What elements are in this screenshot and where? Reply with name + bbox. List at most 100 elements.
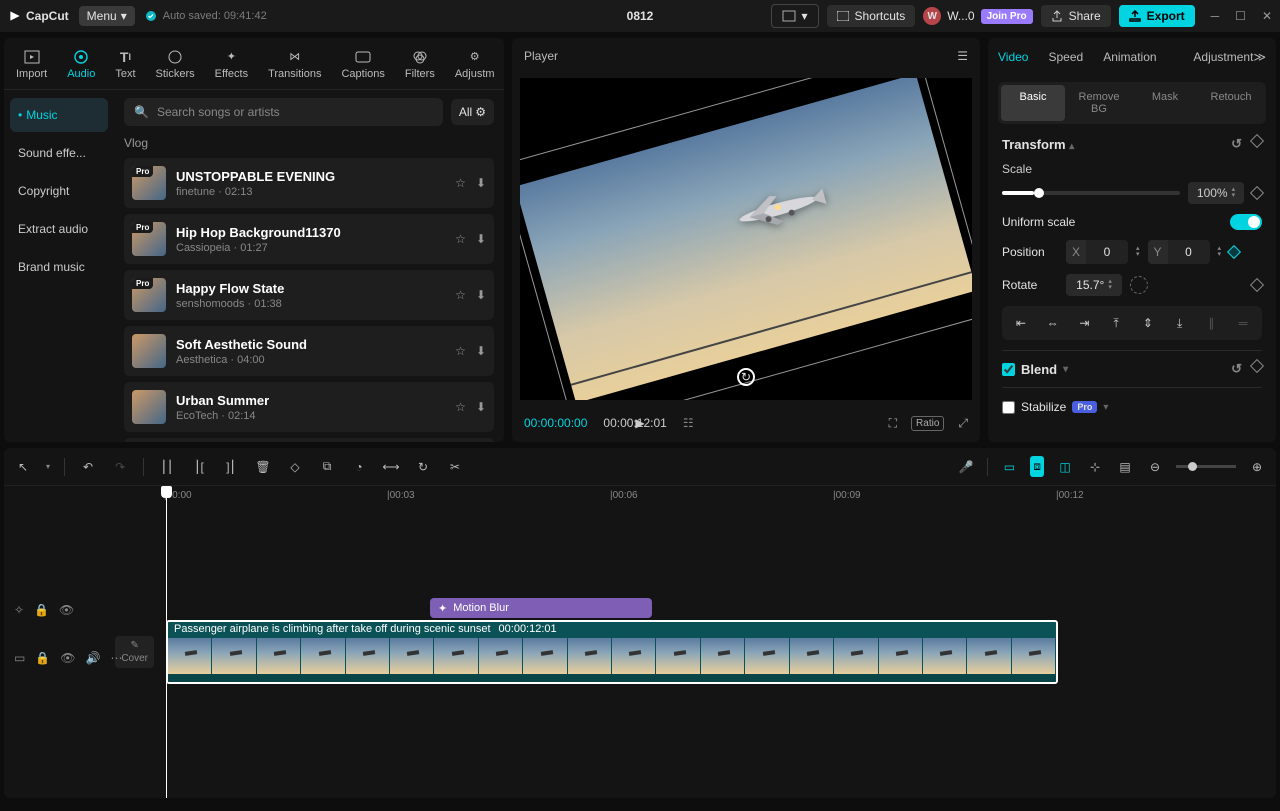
download-icon[interactable]: ⬇ <box>476 288 486 302</box>
subtab-basic[interactable]: Basic <box>1001 85 1065 121</box>
rotate-icon[interactable]: ↻ <box>414 460 432 474</box>
song-item[interactable]: Pro Hip Hop Background11370Cassiopeia · … <box>124 214 494 264</box>
inspector-tab-speed[interactable]: Speed <box>1048 50 1083 64</box>
ripple-icon[interactable]: ▤ <box>1116 460 1134 474</box>
speed-icon[interactable]: ◔ <box>350 460 368 474</box>
join-pro-button[interactable]: Join Pro <box>981 9 1033 24</box>
fx-clip[interactable]: ✦ Motion Blur <box>430 598 652 618</box>
scale-value[interactable]: 100%▴▾ <box>1188 182 1244 204</box>
tab-captions[interactable]: Captions <box>341 48 384 80</box>
inspector-tab-video[interactable]: Video <box>998 50 1028 64</box>
split-left-icon[interactable]: ⎮[ <box>190 460 208 474</box>
blend-keyframe-icon[interactable] <box>1250 359 1264 373</box>
preview-axis-icon[interactable]: ⊹ <box>1086 460 1104 474</box>
sidebar-item-music[interactable]: • Music <box>10 98 108 132</box>
sidebar-item-brand[interactable]: Brand music <box>10 250 108 284</box>
download-icon[interactable]: ⬇ <box>476 400 486 414</box>
main-track-magnet-icon[interactable]: ▭ <box>1000 460 1018 474</box>
close-icon[interactable]: ✕ <box>1262 9 1272 23</box>
subtab-retouch[interactable]: Retouch <box>1199 85 1263 121</box>
position-keyframe-icon[interactable] <box>1227 245 1241 259</box>
minimize-icon[interactable]: ─ <box>1211 9 1220 23</box>
more-icon[interactable]: ⋯ <box>110 651 122 665</box>
subtab-removebg[interactable]: Remove BG <box>1067 85 1131 121</box>
zoom-in-icon[interactable]: ⊕ <box>1248 460 1266 474</box>
align-left-icon[interactable]: ⇤ <box>1008 312 1034 334</box>
reset-icon[interactable]: ↺ <box>1231 136 1242 152</box>
inspector-tab-adjustment[interactable]: Adjustment≫ <box>1193 50 1266 64</box>
sidebar-item-soundfx[interactable]: Sound effe... <box>10 136 108 170</box>
tab-effects[interactable]: ✦Effects <box>215 48 248 80</box>
rotate-keyframe-icon[interactable] <box>1250 278 1264 292</box>
favorite-icon[interactable]: ☆ <box>455 176 466 190</box>
avatar[interactable]: W <box>923 7 941 25</box>
safe-zones-icon[interactable]: ⛶ <box>889 416 897 431</box>
rotate-dial[interactable] <box>1130 276 1148 294</box>
blend-checkbox[interactable] <box>1002 363 1015 376</box>
shortcuts-button[interactable]: Shortcuts <box>827 5 916 27</box>
aspect-ratio-button[interactable]: ▾ <box>771 4 819 28</box>
menu-button[interactable]: Menu ▾ <box>79 6 135 26</box>
project-name[interactable]: 0812 <box>627 9 654 23</box>
crop-icon[interactable]: ✂ <box>446 460 464 474</box>
download-icon[interactable]: ⬇ <box>476 344 486 358</box>
ruler[interactable]: |00:00|00:03|00:06|00:09|00:12 <box>164 486 1276 508</box>
song-item[interactable]: Pro Indie Pop EnergyFiniteMusicForge · 0… <box>124 438 494 442</box>
fx-pin-icon[interactable]: ✧ <box>14 603 24 617</box>
filter-all-button[interactable]: All ⚙ <box>451 99 494 125</box>
align-right-icon[interactable]: ⇥ <box>1072 312 1098 334</box>
sidebar-item-extract[interactable]: Extract audio <box>10 212 108 246</box>
lock-icon[interactable]: 🔒 <box>34 603 49 617</box>
mirror-icon[interactable]: ⟷ <box>382 460 400 474</box>
position-x-input[interactable]: X0 <box>1066 240 1128 264</box>
favorite-icon[interactable]: ☆ <box>455 344 466 358</box>
mic-icon[interactable]: 🎤 <box>957 460 975 474</box>
video-clip[interactable]: Passenger airplane is climbing after tak… <box>166 620 1058 684</box>
blend-reset-icon[interactable]: ↺ <box>1231 361 1242 377</box>
rotate-handle-icon[interactable]: ↻ <box>737 368 755 386</box>
favorite-icon[interactable]: ☆ <box>455 288 466 302</box>
favorite-icon[interactable]: ☆ <box>455 400 466 414</box>
stabilize-checkbox[interactable] <box>1002 401 1015 414</box>
song-item[interactable]: Pro UNSTOPPABLE EVENINGfinetune · 02:13 … <box>124 158 494 208</box>
zoom-slider[interactable] <box>1176 465 1236 468</box>
song-item[interactable]: Soft Aesthetic SoundAesthetica · 04:00 ☆… <box>124 326 494 376</box>
copy-icon[interactable]: ⧉ <box>318 459 336 474</box>
scale-keyframe-icon[interactable] <box>1250 186 1264 200</box>
link-icon[interactable]: ◫ <box>1056 460 1074 474</box>
rotate-value[interactable]: 15.7°▴▾ <box>1066 274 1122 296</box>
marker-icon[interactable]: ◇ <box>286 460 304 474</box>
distribute-h-icon[interactable]: ∥ <box>1199 312 1225 334</box>
tab-filters[interactable]: Filters <box>405 48 435 80</box>
download-icon[interactable]: ⬇ <box>476 176 486 190</box>
maximize-icon[interactable]: ☐ <box>1235 9 1246 23</box>
keyframe-icon[interactable] <box>1250 134 1264 148</box>
tab-adjust[interactable]: ⚙Adjustm <box>455 48 495 80</box>
sidebar-item-copyright[interactable]: Copyright <box>10 174 108 208</box>
align-bottom-icon[interactable]: ⤓ <box>1167 312 1193 334</box>
split-right-icon[interactable]: ]⎮ <box>222 460 240 474</box>
share-button[interactable]: Share <box>1041 5 1111 27</box>
play-button[interactable]: ▶ <box>635 416 644 430</box>
lock-icon[interactable]: 🔒 <box>35 651 50 665</box>
player-menu-icon[interactable]: ☰ <box>957 49 968 63</box>
fullscreen-icon[interactable]: ⤢ <box>958 416 968 431</box>
search-input[interactable]: 🔍 Search songs or artists <box>124 98 443 126</box>
pointer-tool-icon[interactable]: ↖ <box>14 460 32 474</box>
subtab-mask[interactable]: Mask <box>1133 85 1197 121</box>
tab-text[interactable]: TIText <box>115 48 135 80</box>
uniform-scale-toggle[interactable] <box>1230 214 1262 230</box>
tab-audio[interactable]: Audio <box>67 48 95 80</box>
align-top-icon[interactable]: ⤒ <box>1103 312 1129 334</box>
preview-viewport[interactable]: ↻ <box>520 78 972 400</box>
undo-icon[interactable]: ↶ <box>79 460 97 474</box>
song-item[interactable]: Pro Happy Flow Statesenshomoods · 01:38 … <box>124 270 494 320</box>
download-icon[interactable]: ⬇ <box>476 232 486 246</box>
zoom-out-icon[interactable]: ⊖ <box>1146 460 1164 474</box>
delete-icon[interactable]: 🗑 <box>254 460 272 474</box>
tab-stickers[interactable]: Stickers <box>156 48 195 80</box>
redo-icon[interactable]: ↷ <box>111 460 129 474</box>
export-button[interactable]: Export <box>1119 5 1195 27</box>
compare-icon[interactable]: ☷ <box>683 416 694 430</box>
scale-slider[interactable] <box>1002 191 1180 195</box>
